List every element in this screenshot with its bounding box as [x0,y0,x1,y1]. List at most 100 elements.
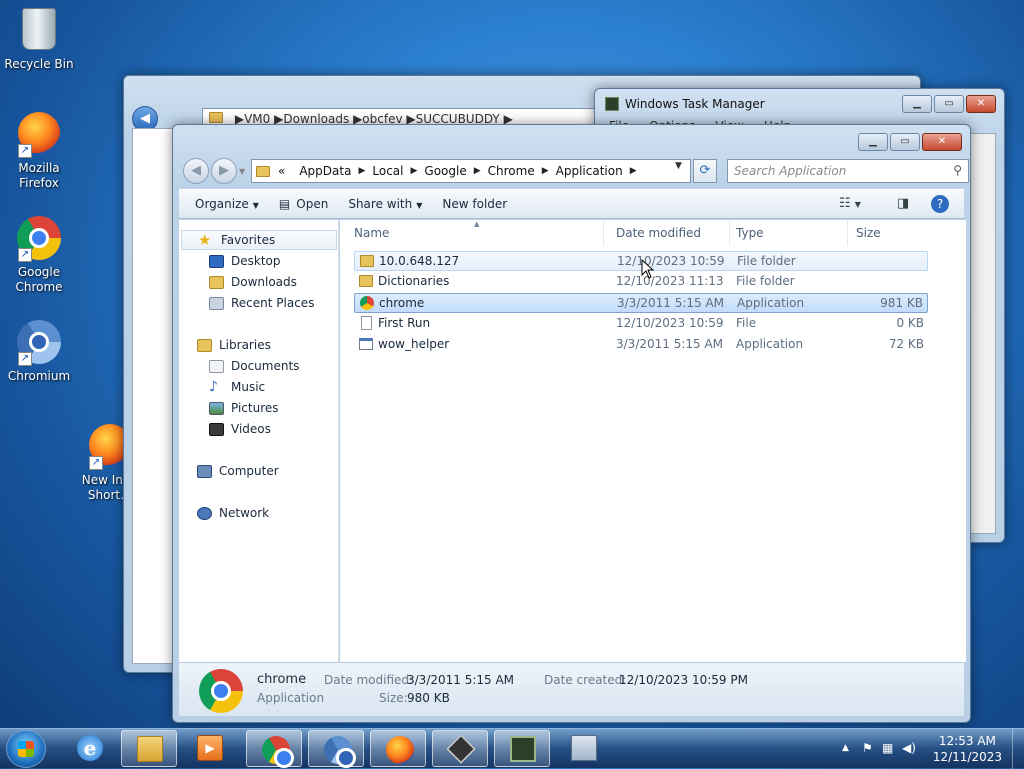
desktop-icon-label: Chromium [7,369,71,383]
details-date-modified-label: Date modified: [324,673,414,687]
internet-explorer-icon: e [77,735,103,761]
minimize-button[interactable]: ▁ [858,133,888,151]
nav-pictures[interactable]: Pictures [209,398,279,418]
column-header-size[interactable]: Size [850,220,928,246]
breadcrumb-chrome[interactable]: Chrome [488,164,535,178]
desktop-icon-recycle-bin[interactable]: Recycle Bin [1,6,77,72]
file-size: 72 KB [888,337,924,351]
details-pane: chrome Application Date modified: 3/3/20… [179,662,964,716]
file-row[interactable]: chrome 3/3/2011 5:15 AM Application 981 … [354,293,928,313]
taskbar-unity[interactable] [432,730,488,767]
taskbar-ie[interactable]: e [62,730,118,767]
address-dropdown-icon[interactable]: ▼ [675,161,682,171]
taskbar-task-manager[interactable] [494,730,550,767]
file-date: 3/3/2011 5:15 AM [616,337,724,351]
action-center-flag-icon[interactable]: ⚑ [862,741,873,755]
back-arrow-icon[interactable]: ◀ [183,158,209,184]
folder-icon [256,165,270,177]
details-date-modified: 3/3/2011 5:15 AM [407,673,515,687]
show-desktop-button[interactable] [1012,729,1024,769]
show-hidden-icons-icon[interactable]: ▲ [842,743,849,753]
organize-button[interactable]: Organize ▼ [185,197,269,211]
computer-icon [197,464,212,478]
nav-label: Favorites [221,233,276,247]
breadcrumb-appdata[interactable]: AppData [299,164,351,178]
cube-icon [446,734,476,764]
close-button[interactable]: ✕ [922,133,962,151]
taskbar-firefox[interactable] [370,730,426,767]
nav-libraries[interactable]: Libraries [197,335,271,355]
file-row[interactable]: wow_helper 3/3/2011 5:15 AM Application … [354,335,928,355]
taskbar-chrome[interactable] [246,730,302,768]
close-button[interactable]: ✕ [966,95,996,113]
taskbar-explorer[interactable] [121,730,177,767]
address-row: ◀ ▶ ▼ « AppData ▶ Local ▶ Google ▶ Chrome ▶… [179,155,969,185]
firefox-icon: ↗ [16,112,62,158]
volume-icon[interactable]: ◀) [902,741,916,755]
maximize-button[interactable]: ▭ [934,95,964,113]
nav-recent-places[interactable]: Recent Places [209,293,314,313]
nav-computer[interactable]: Computer [197,461,279,481]
organize-label: Organize [195,197,249,211]
recycle-bin-icon [16,8,62,54]
preview-pane-icon[interactable]: ◨ [897,196,909,211]
file-date: 3/3/2011 5:15 AM [617,296,725,310]
breadcrumb-overflow[interactable]: « [278,164,285,178]
details-name: chrome [257,672,307,687]
forward-arrow-icon[interactable]: ▶ [211,158,237,184]
breadcrumb-google[interactable]: Google [424,164,466,178]
desktop-icon-chrome[interactable]: ↗ Google Chrome [1,216,77,295]
column-header-date[interactable]: Date modified [610,220,730,246]
breadcrumb-local[interactable]: Local [372,164,403,178]
new-folder-button[interactable]: New folder [432,197,517,211]
shortcut-arrow-icon: ↗ [18,144,32,158]
nav-label: Downloads [231,275,297,289]
breadcrumb-application[interactable]: Application [556,164,623,178]
taskbar-media-player[interactable]: ▶ [182,730,238,767]
maximize-button[interactable]: ▭ [890,133,920,151]
file-type: File [736,316,757,330]
nav-label: Videos [231,422,271,436]
recent-pages-dropdown-icon[interactable]: ▼ [239,167,245,176]
search-icon[interactable]: ⚲ [953,163,962,177]
explorer-window[interactable]: ▁ ▭ ✕ ◀ ▶ ▼ « AppData ▶ Local ▶ Google ▶ Ch… [172,124,971,723]
clock[interactable]: 12:53 AM 12/11/2023 [933,733,1002,765]
libraries-icon [197,338,212,352]
details-kind: Application [257,691,325,705]
start-button[interactable] [6,730,46,768]
sort-ascending-icon: ▲ [474,220,480,228]
share-with-button[interactable]: Share with ▼ [338,197,432,211]
desktop-icon-firefox[interactable]: ↗ Mozilla Firefox [1,112,77,191]
address-bar[interactable]: « AppData ▶ Local ▶ Google ▶ Chrome ▶ Applic… [251,159,691,183]
application-icon [359,338,373,350]
file-date: 12/10/2023 10:59 ... [617,254,729,268]
minimize-button[interactable]: ▁ [902,95,932,113]
recent-places-icon [209,296,224,310]
file-row[interactable]: First Run 12/10/2023 10:59 ... File 0 KB [354,314,928,334]
nav-music[interactable]: ♪ Music [209,377,265,397]
search-input[interactable]: Search Application ⚲ [727,159,969,183]
change-view-icon[interactable]: ☷ ▼ [839,196,861,211]
network-tray-icon[interactable]: ▦ [882,741,893,755]
help-icon[interactable]: ? [931,195,949,213]
nav-network[interactable]: Network [197,503,269,523]
nav-desktop[interactable]: Desktop [209,251,281,271]
taskbar-calculator[interactable] [556,730,612,767]
refresh-icon[interactable]: ⟳ [693,159,717,183]
open-label: Open [296,197,329,211]
taskbar-chromium[interactable] [308,730,364,768]
desktop-icon-chromium[interactable]: ↗ Chromium [1,320,77,384]
file-size: 0 KB [896,316,924,330]
task-manager-title: Windows Task Manager [625,97,765,111]
nav-label: Documents [231,359,300,373]
nav-documents[interactable]: Documents [209,356,299,376]
details-date-created: 12/10/2023 10:59 PM [619,673,748,687]
nav-favorites[interactable]: ★ Favorites [181,230,337,250]
column-header-type[interactable]: Type [730,220,848,246]
nav-downloads[interactable]: Downloads [209,272,297,292]
nav-videos[interactable]: Videos [209,419,271,439]
clock-date: 12/11/2023 [932,750,1002,764]
open-button[interactable]: ▤ Open [269,197,338,211]
nav-label: Network [219,506,270,520]
file-name: 10.0.648.127 [379,254,460,268]
